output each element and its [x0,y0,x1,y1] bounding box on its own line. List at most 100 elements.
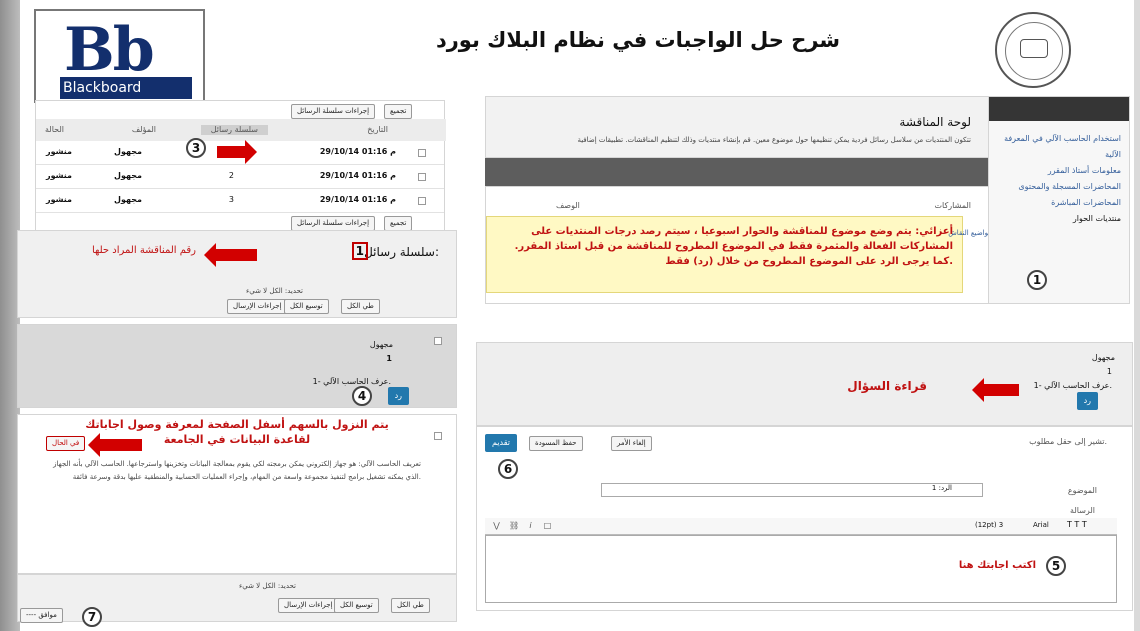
thread-row-title-2[interactable]: 2 [229,171,234,180]
question-number: 1 [1106,367,1112,376]
thread-actions-bottom-button[interactable]: إجراءات سلسلة الرسائل [291,216,376,231]
thread-annotation: رقم المناقشة المراد حلها [91,245,196,256]
expand-all-button[interactable]: توسيع الكل [284,299,329,314]
question-anonymous-author: مجهول [1091,353,1115,362]
message-label: الرسالة [1070,506,1095,515]
thread-row-checkbox-1[interactable] [418,149,426,157]
answer-text: تعريف الحاسب الآلي: هو جهاز إلكتروني يمك… [53,460,421,481]
collect-button-bottom[interactable]: تجميع [384,216,413,231]
send-actions-button[interactable]: إجراءات الإرسال [227,299,288,314]
bottom-select-all-none[interactable]: تحديد: الكل لا شيء [239,582,296,590]
sidebar-instructor-info-link[interactable]: معلومات أستاذ المقرر [997,163,1121,179]
required-field-note: تشير إلى حقل مطلوب. [1029,437,1107,446]
subject-value: الرد: 1 [931,484,952,492]
column-author: المؤلف [131,125,156,134]
code-icon[interactable]: ⋁ [492,521,501,530]
thread-row-author-1: مجهول [114,147,142,156]
cancel-button[interactable]: إلغاء الأمر [611,436,652,451]
thread-row-status-2: منشور [46,171,72,180]
instructor-note: أعزائي: يتم وضع موضوع للمناقشة والحوار ا… [486,216,963,293]
sidebar-course-link[interactable]: استخدام الحاسب الآلي في المعرفة الآلية [997,131,1121,163]
thread-number-box: 1 [351,242,368,260]
scroll-note-arrow [88,433,142,457]
thread-row-date-3: 29/10/14 01:16 م [319,195,396,204]
bottom-send-actions-button[interactable]: إجراءات الإرسال [278,598,339,613]
image-icon[interactable]: □ [543,521,552,530]
step-marker-6: 6 [498,459,518,479]
question-view-panel: مجهول 1 1- عرف الحاسب الآلي. رد قراءة ال… [476,342,1133,426]
collapse-all-button[interactable]: طي الكل [341,299,380,314]
question-text: 1- عرف الحاسب الآلي. [1033,381,1112,390]
step-marker-4: 4 [352,386,372,406]
thread-row-author-2: مجهول [114,171,142,180]
post-number: 1 [386,354,392,363]
discussion-board-panel: لوحة المناقشة تتكون المنتديات من سلاسل ر… [485,96,990,158]
thread-row-title-3[interactable]: 3 [229,195,234,204]
thread-row-checkbox-3[interactable] [418,197,426,205]
thread-number-arrow [217,140,257,164]
collect-button-top[interactable]: تجميع [384,104,413,119]
thread-list-panel: إجراءات سلسلة الرسائل تجميع التاريخ سلسل… [35,100,446,232]
blackboard-logo: Bb Blackboard [34,9,205,103]
discussion-content: المشاركات الوصف أعزائي: يتم وضع موضوع لل… [485,186,1018,304]
thread-row-2[interactable]: 29/10/14 01:16 م 2 مجهول منشور [36,165,444,189]
font-family-select[interactable]: Arial [1033,521,1049,529]
column-date: التاريخ [367,125,388,134]
question-reply-button[interactable]: رد [1076,392,1098,410]
write-answer-hint: اكتب اجابتك هنا [958,560,1036,571]
right-decorative-stripe [1134,0,1140,631]
save-draft-button[interactable]: حفظ المسودة [529,436,583,451]
font-size-select[interactable]: (12pt) 3 [975,521,1003,529]
blackboard-word: Blackboard [60,77,192,99]
thread-row-status-3: منشور [46,195,72,204]
link-icon[interactable]: ⛓ [509,521,519,530]
bottom-expand-all-button[interactable]: توسيع الكل [334,598,379,613]
message-column-author: المشاركات [934,201,972,210]
text-format-icons[interactable]: T T T [1067,520,1087,529]
message-editor[interactable]: اكتب اجابتك هنا 5 [485,535,1117,603]
page-title: شرح حل الواجبات في نظام البلاك بورد [435,28,841,52]
status-now-button[interactable]: في الحال [46,436,86,451]
discussion-topic-link[interactable]: مواضيع النقاش [948,229,992,237]
bottom-collapse-all-button[interactable]: طي الكل [391,598,430,613]
select-all-none[interactable]: تحديد: الكل لا شيء [246,287,303,295]
step-marker-5: 5 [1046,556,1066,576]
thread-row-checkbox-2[interactable] [418,173,426,181]
subject-label: الموضوع [1067,486,1097,495]
answer-checkbox[interactable] [434,432,442,440]
ok-button[interactable]: ---- موافق [20,608,63,623]
subject-input[interactable]: الرد: 1 [601,483,983,497]
bottom-actions-panel: تحديد: الكل لا شيء إجراءات الإرسال توسيع… [17,574,457,627]
sidebar-forums-link[interactable]: منتديات الحوار [997,211,1121,227]
thread-row-date-2: 29/10/14 01:16 م [319,171,396,180]
thread-label: سلسلة رسائل: [364,245,439,259]
thread-label-arrow [204,243,257,267]
read-question-arrow [972,378,1019,402]
thread-row-author-3: مجهول [114,195,142,204]
sidebar-live-lectures-link[interactable]: المحاضرات المباشرة [997,195,1121,211]
column-thread[interactable]: سلسلة رسائل [200,125,268,135]
university-seal-icon [995,12,1071,88]
sidebar-recorded-lectures-link[interactable]: المحاضرات المسجلة والمحتوى [997,179,1121,195]
reply-form-panel: تشير إلى حقل مطلوب. تقديم حفظ المسودة إل… [476,426,1133,611]
bb-logo-text: Bb [64,15,155,85]
post-checkbox[interactable] [434,337,442,345]
step-marker-3: 3 [186,138,206,158]
read-question-label: قراءة السؤال [847,379,927,393]
thread-actions-button[interactable]: إجراءات سلسلة الرسائل [291,104,376,119]
thread-row-status-1: منشور [46,147,72,156]
sidebar-header-bar [989,97,1129,121]
thread-row-3[interactable]: 29/10/14 01:16 م 3 مجهول منشور [36,189,444,213]
post-reply-button[interactable]: رد [387,387,409,405]
post-author: مجهول [369,340,393,349]
reply-post-panel: مجهول 1 1- عرف الحاسب الآلي. رد 4 [17,324,457,408]
message-column-description: الوصف [556,201,580,210]
discussion-description: تتكون المنتديات من سلاسل رسائل فردية يمك… [577,136,971,144]
thread-row-date-1: 29/10/14 01:16 م [319,147,396,156]
answer-preview-panel: يتم النزول بالسهم أسفل الصفحة لمعرفة وصو… [17,414,457,574]
submit-button[interactable]: تقديم [485,434,518,452]
instructor-note-text: أعزائي: يتم وضع موضوع للمناقشة والحوار ا… [514,226,953,267]
discussion-title: لوحة المناقشة [899,115,971,129]
editor-toolbar[interactable]: ⋁ ⛓ i □ (12pt) 3 Arial T T T [485,518,1117,535]
italic-icon[interactable]: i [526,521,535,530]
